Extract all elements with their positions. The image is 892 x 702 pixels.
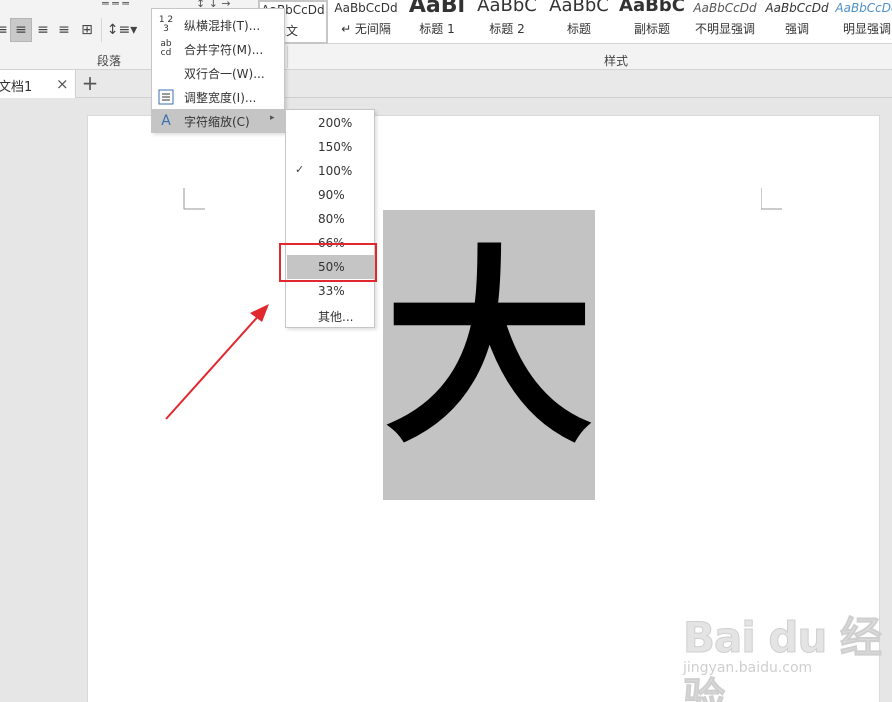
menu-item-label: 纵横混排(T)...: [184, 19, 261, 33]
style-subtitle[interactable]: AaBbC 副标题: [616, 0, 688, 44]
style-sample: AaBbCcDd: [765, 1, 829, 15]
document-tab-label: 文档1: [0, 80, 33, 95]
menu-item-character-scaling[interactable]: A 字符缩放(C) ▸: [152, 109, 284, 133]
ribbon: ═ ═ ═ ↕ ↓ → ≡ ≡ ≡ ≡ ⊞ ↕≡▾ 段落 样式 AaBbCcDd…: [0, 0, 892, 70]
style-subtle-emphasis[interactable]: AaBbCcDd 不明显强调: [690, 0, 760, 44]
selected-character-highlight[interactable]: 大: [383, 210, 595, 500]
selected-character[interactable]: 大: [383, 220, 595, 480]
distributed-align-button[interactable]: ⊞: [76, 18, 98, 42]
scale-option[interactable]: ✓ 100%: [287, 159, 374, 183]
menu-item-vertical-in-horizontal[interactable]: 1 2 3 纵横混排(T)...: [152, 13, 284, 37]
combine-characters-icon: ab cd: [160, 39, 172, 58]
scale-option[interactable]: 90%: [287, 183, 374, 207]
justify-button[interactable]: ≡: [54, 18, 74, 42]
scale-option-label: 90%: [318, 188, 345, 202]
style-sample: AaBbC: [619, 0, 685, 16]
submenu-arrow-icon: ▸: [270, 113, 275, 123]
checkmark-icon: ✓: [295, 163, 305, 176]
ribbon-top-row-partial: ═ ═ ═: [102, 0, 129, 8]
align-center-button[interactable]: ≡: [10, 18, 32, 42]
style-sample: AaBbCcDd: [835, 1, 892, 15]
style-name: ↵ 无间隔: [341, 22, 391, 36]
new-tab-button[interactable]: +: [78, 71, 102, 97]
group-separator: [287, 46, 288, 68]
fit-text-icon: [158, 89, 174, 105]
watermark-logo: Bai du 经验: [683, 613, 883, 702]
style-name: 标题: [566, 22, 591, 36]
separator: [101, 18, 102, 42]
align-left-button[interactable]: ≡: [0, 18, 8, 42]
menu-item-label: 调整宽度(I)...: [184, 91, 257, 105]
styles-gallery: AaBbCcDd 正文 AaBbCcDd ↵ 无间隔 AaBl 标题 1 AaB…: [258, 0, 892, 44]
styles-group-label: 样式: [604, 54, 629, 68]
scale-option-label: 200%: [318, 116, 353, 130]
style-sample: AaBbC: [477, 0, 537, 16]
watermark: Bai du 经验 jingyan.baidu.com: [683, 604, 883, 702]
scale-option-label: 150%: [318, 140, 353, 154]
line-spacing-button[interactable]: ↕≡▾: [106, 18, 138, 42]
style-name: 副标题: [633, 22, 670, 36]
style-name: 强调: [784, 22, 809, 36]
annotation-highlight-box: [279, 243, 377, 282]
ribbon-top-row-partial-2: ↕ ↓ →: [196, 0, 231, 8]
scale-option-label: 其他...: [318, 310, 354, 324]
style-emphasis[interactable]: AaBbCcDd 强调: [762, 0, 832, 44]
style-intense-emphasis[interactable]: AaBbCcDd 明显强调: [834, 0, 892, 44]
scale-option-label: 33%: [318, 284, 345, 298]
align-right-button[interactable]: ≡: [33, 18, 53, 42]
scale-option-label: 100%: [318, 164, 353, 178]
style-sample: AaBl: [408, 0, 466, 18]
close-icon[interactable]: ×: [56, 75, 69, 93]
scale-option[interactable]: 200%: [287, 111, 374, 135]
style-sample: AaBbC: [549, 0, 609, 16]
style-no-spacing[interactable]: AaBbCcDd ↵ 无间隔: [330, 0, 402, 44]
margin-corner-top-right: [761, 188, 782, 210]
scale-option[interactable]: 80%: [287, 207, 374, 231]
margin-corner-top-left: [183, 188, 205, 210]
character-scaling-icon: A: [161, 113, 171, 129]
style-title[interactable]: AaBbC 标题: [544, 0, 614, 44]
paragraph-group-label: 段落: [97, 54, 122, 68]
scale-option[interactable]: 150%: [287, 135, 374, 159]
style-name: 不明显强调: [694, 22, 755, 36]
style-heading-1[interactable]: AaBl 标题 1: [404, 0, 470, 44]
character-scaling-submenu: 200% 150% ✓ 100% 90% 80% 66% 50% 33% 其他.…: [285, 109, 375, 328]
scale-option[interactable]: 33%: [287, 279, 374, 303]
menu-item-combine-characters[interactable]: ab cd 合并字符(M)...: [152, 37, 284, 61]
style-name: 明显强调: [842, 22, 891, 36]
scale-option-label: 80%: [318, 212, 345, 226]
scale-option-other[interactable]: 其他...: [287, 303, 374, 327]
menu-item-label: 字符缩放(C): [184, 115, 250, 129]
style-name: 标题 2: [489, 22, 525, 36]
style-heading-2[interactable]: AaBbC 标题 2: [472, 0, 542, 44]
style-name: 标题 1: [419, 22, 455, 36]
style-sample: AaBbCcDd: [334, 1, 398, 15]
menu-item-fit-text[interactable]: 调整宽度(I)...: [152, 85, 284, 109]
menu-item-two-lines-in-one[interactable]: 双行合一(W)...: [152, 61, 284, 85]
menu-item-label: 双行合一(W)...: [184, 67, 265, 81]
document-tab[interactable]: 文档1 ×: [0, 70, 76, 98]
asian-layout-menu: 1 2 3 纵横混排(T)... ab cd 合并字符(M)... 双行合一(W…: [151, 8, 285, 133]
vertical-horizontal-icon: 1 2 3: [158, 15, 174, 34]
menu-item-label: 合并字符(M)...: [184, 43, 264, 57]
style-sample: AaBbCcDd: [693, 1, 757, 15]
document-tab-bar: 文档1 × +: [0, 70, 892, 98]
watermark-url: jingyan.baidu.com: [683, 660, 813, 676]
